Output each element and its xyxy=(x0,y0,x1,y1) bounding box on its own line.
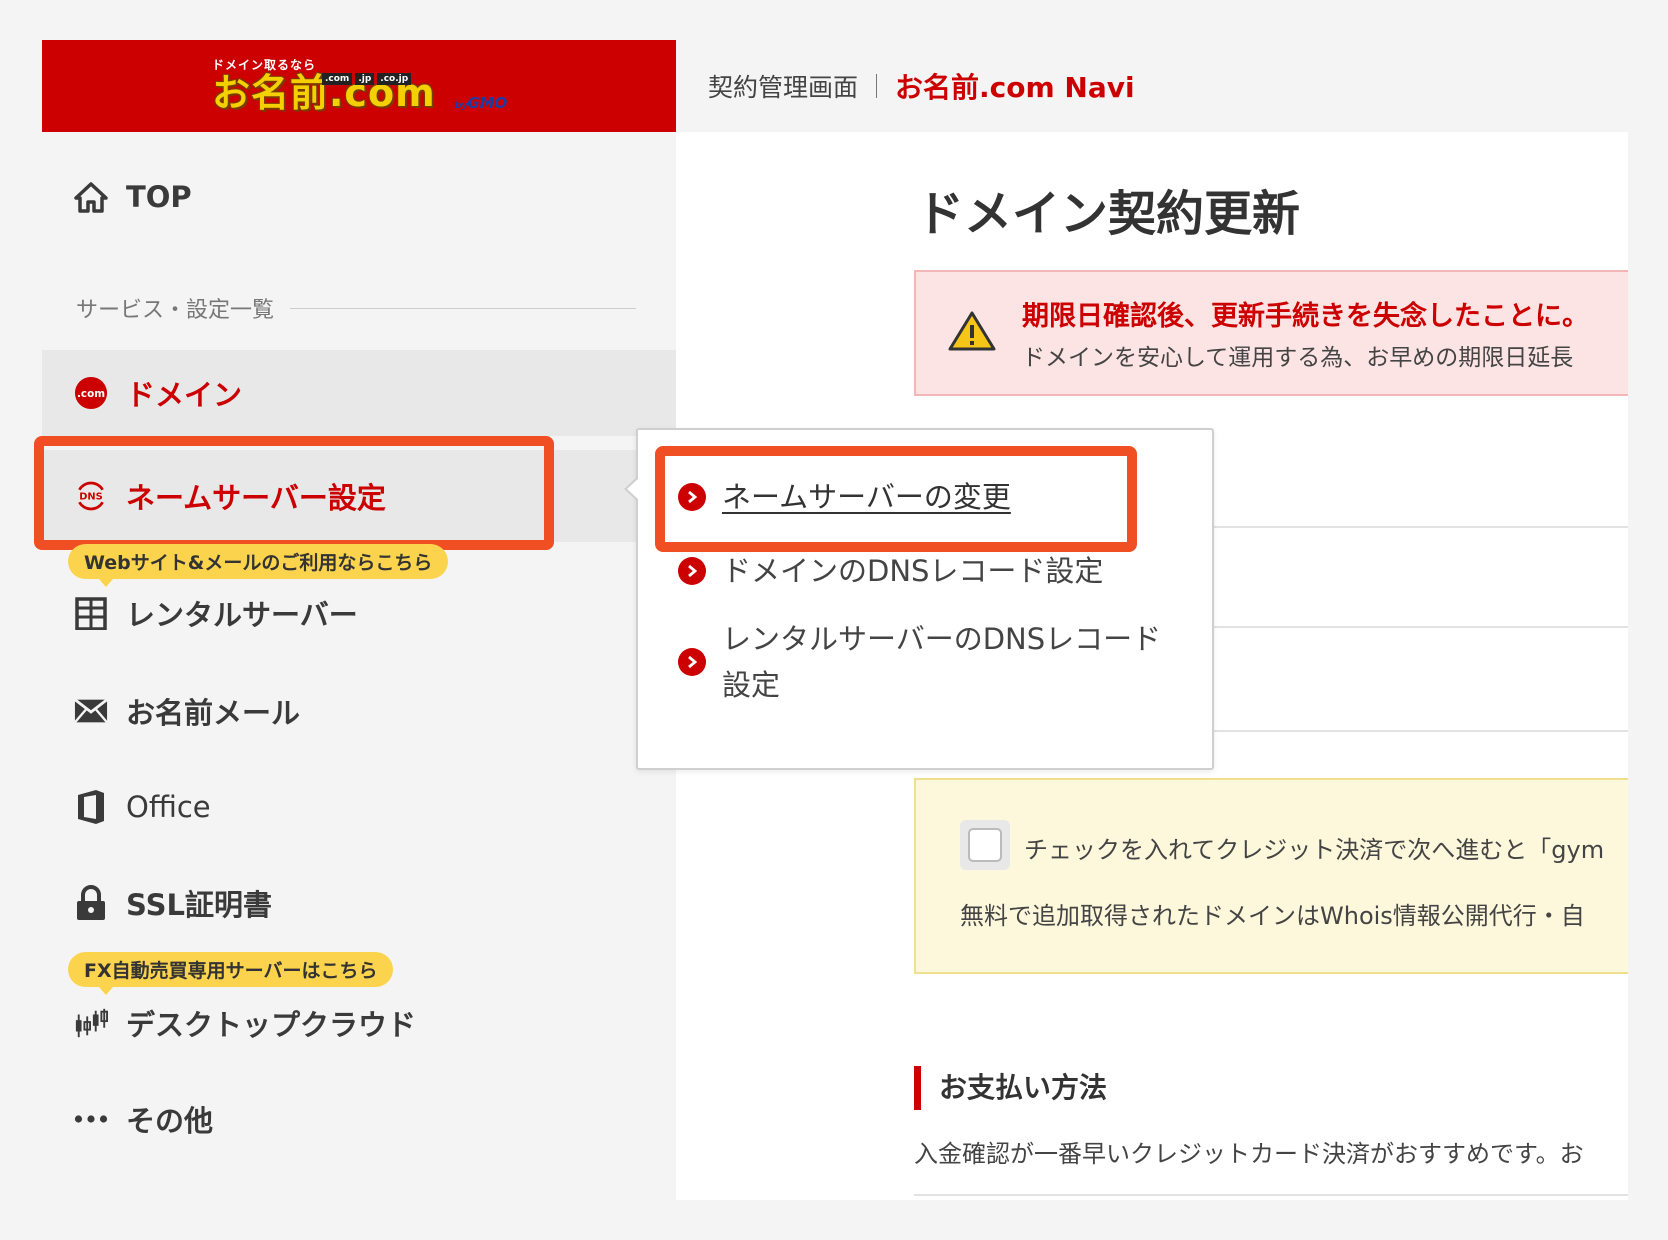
sidebar-item-label: Office xyxy=(126,790,211,824)
nav-top-label: TOP xyxy=(126,180,192,214)
sidebar-item-desktop-cloud[interactable]: デスクトップクラウド xyxy=(42,988,676,1058)
agree-checkbox[interactable] xyxy=(960,820,1010,870)
chart-icon xyxy=(74,1006,108,1040)
sidebar-item-label: レンタルサーバー xyxy=(126,598,358,632)
submenu-item-label: ドメインのDNSレコード設定 xyxy=(722,554,1104,588)
warning-icon xyxy=(948,310,996,356)
desktop-cloud-promo-badge: FX自動売買専用サーバーはこちら xyxy=(68,952,394,995)
dotcom-icon: .com xyxy=(74,376,108,410)
whois-notice: チェックを入れてクレジット決済で次へ進むと「gym 無料で追加取得されたドメイン… xyxy=(914,778,1628,974)
lock-icon xyxy=(74,885,108,920)
sidebar-item-ssl[interactable]: SSL証明書 xyxy=(42,868,676,938)
chevron-right-icon xyxy=(678,557,706,585)
svg-text:.com: .com xyxy=(77,388,105,400)
logo-tld-badges: .com .jp .co.jp xyxy=(322,73,412,85)
payment-text: 入金確認が一番早いクレジットカード決済がおすすめです。お xyxy=(914,1140,1584,1168)
alert-text: ドメインを安心して運用する為、お早めの期限日延長 xyxy=(1022,345,1574,371)
chevron-right-icon xyxy=(678,648,706,676)
nameserver-highlight xyxy=(34,436,554,550)
sidebar-item-label: デスクトップクラウド xyxy=(126,1008,417,1042)
office-icon xyxy=(74,790,108,824)
renewal-alert: 期限日確認後、更新手続きを失念したことに。 ドメインを安心して運用する為、お早め… xyxy=(914,270,1628,396)
alert-title: 期限日確認後、更新手続きを失念したことに。 xyxy=(1022,301,1589,332)
sidebar-item-other[interactable]: その他 xyxy=(42,1084,676,1154)
checkbox-box xyxy=(968,828,1002,862)
services-section-header: サービス・設定一覧 xyxy=(76,292,636,324)
logo-company-name: GMO xyxy=(467,94,508,112)
header-divider xyxy=(876,74,878,98)
site-logo[interactable]: ドメイン取るなら .com .jp .co.jp お名前.com byGMO xyxy=(42,40,676,132)
sidebar-item-label: お名前メール xyxy=(126,696,301,730)
sidebar-item-office[interactable]: Office xyxy=(42,772,676,842)
logo-company: byGMO xyxy=(455,94,507,112)
divider xyxy=(914,1194,1628,1196)
sidebar-item-mail[interactable]: お名前メール xyxy=(42,676,676,746)
header-brand[interactable]: お名前.com Navi xyxy=(895,66,1135,106)
sidebar-item-label: ドメイン xyxy=(126,378,243,412)
section-title: サービス・設定一覧 xyxy=(76,298,275,323)
sidebar-item-rental-server[interactable]: レンタルサーバー xyxy=(42,578,676,648)
nav-top[interactable]: TOP xyxy=(42,162,676,232)
section-divider xyxy=(290,307,636,309)
header-label: 契約管理画面 xyxy=(708,73,859,102)
more-icon xyxy=(74,1102,108,1136)
sidebar-item-domain[interactable]: .com ドメイン xyxy=(42,350,676,436)
change-nameserver-highlight xyxy=(655,446,1137,552)
logo-tld: .com xyxy=(322,73,353,85)
logo-tld: .jp xyxy=(355,73,375,85)
home-icon xyxy=(74,180,108,214)
header: 契約管理画面 お名前.com Navi xyxy=(708,64,1135,108)
submenu-item-domain-dns[interactable]: ドメインのDNSレコード設定 xyxy=(678,548,1103,594)
sidebar-item-label: SSL証明書 xyxy=(126,888,272,922)
rental-server-promo-badge: Webサイト&メールのご利用ならこちら xyxy=(68,544,449,587)
submenu-item-label-line: 設定 xyxy=(722,668,781,702)
sidebar-item-label: その他 xyxy=(126,1104,214,1138)
server-icon xyxy=(74,596,108,630)
notice-text: 無料で追加取得されたドメインはWhois情報公開代行・自 xyxy=(960,902,1585,930)
submenu-item-label-line: レンタルサーバーのDNSレコード xyxy=(722,622,1162,656)
submenu-item-label: レンタルサーバーのDNSレコード 設定 xyxy=(722,616,1161,708)
logo-by: by xyxy=(455,101,468,111)
payment-heading: お支払い方法 xyxy=(914,1066,1107,1110)
submenu-item-rental-dns[interactable]: レンタルサーバーのDNSレコード 設定 xyxy=(678,616,1161,708)
page-title: ドメイン契約更新 xyxy=(916,186,1301,242)
logo-tld: .co.jp xyxy=(377,73,412,85)
mail-icon xyxy=(74,694,108,728)
notice-text: チェックを入れてクレジット決済で次へ進むと「gym xyxy=(1024,836,1605,864)
